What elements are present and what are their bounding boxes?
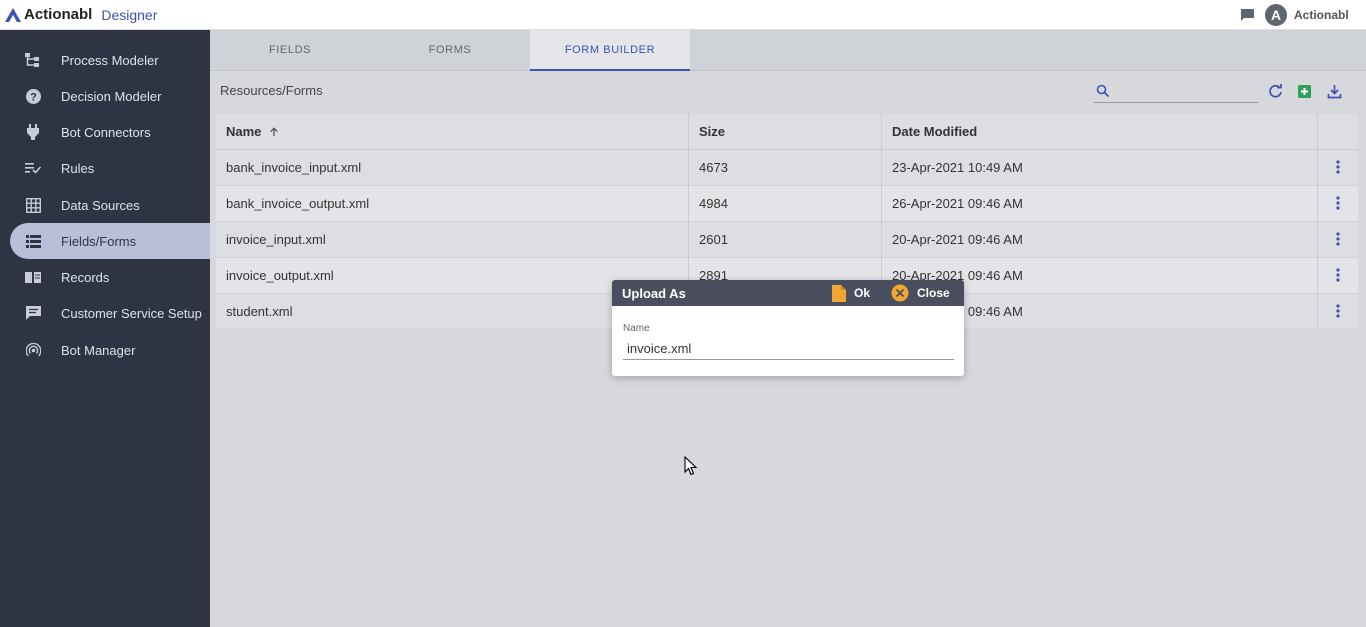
column-header-size[interactable]: Size (689, 114, 882, 150)
broadcast-icon (25, 342, 41, 358)
sidebar-item-label: Bot Manager (61, 342, 136, 358)
column-header-date[interactable]: Date Modified (882, 114, 1318, 150)
plug-icon (25, 124, 41, 140)
upload-as-dialog: Upload As Ok Close Name (612, 280, 964, 376)
name-field-label: Name (623, 323, 650, 334)
ok-label: Ok (854, 286, 871, 300)
refresh-icon[interactable] (1268, 84, 1283, 99)
sidebar-item-label: Fields/Forms (61, 233, 137, 249)
table-row[interactable]: bank_invoice_output.xml 4984 26-Apr-2021… (216, 186, 1358, 222)
sidebar-item-label: Records (61, 269, 110, 285)
sidebar-item-bot-manager[interactable]: Bot Manager (10, 332, 210, 368)
sidebar: Process Modeler ? Decision Modeler Bot C… (0, 30, 210, 627)
tab-forms[interactable]: FORMS (370, 30, 530, 71)
more-vert-icon[interactable] (1326, 304, 1350, 320)
cell-size: 4984 (689, 186, 882, 222)
book-icon (25, 269, 41, 285)
search-input[interactable] (1114, 82, 1254, 102)
sidebar-item-label: Customer Service Setup (61, 305, 202, 321)
table-row[interactable]: bank_invoice_input.xml 4673 23-Apr-2021 … (216, 150, 1358, 186)
sidebar-item-label: Decision Modeler (61, 88, 162, 104)
cell-date: 23-Apr-2021 10:49 AM (882, 150, 1318, 186)
svg-text:?: ? (30, 91, 37, 103)
file-icon (832, 284, 846, 302)
close-label: Close (917, 286, 950, 300)
sort-ascending-icon (270, 127, 278, 136)
cell-name: invoice_input.xml (216, 222, 689, 258)
ok-button[interactable]: Ok (832, 283, 870, 303)
tab-bar: FIELDS FORMS FORM BUILDER (210, 30, 1366, 71)
cell-name: bank_invoice_input.xml (216, 150, 689, 186)
brand-name: Actionabl (24, 6, 93, 23)
download-icon[interactable] (1327, 84, 1342, 99)
avatar[interactable]: A (1265, 4, 1287, 26)
sidebar-item-bot-connectors[interactable]: Bot Connectors (10, 114, 210, 150)
column-header-label: Name (226, 124, 262, 139)
sidebar-item-fields-forms[interactable]: Fields/Forms (10, 223, 210, 259)
grid-icon (25, 197, 41, 213)
name-field[interactable] (623, 338, 954, 360)
tab-form-builder[interactable]: FORM BUILDER (530, 30, 690, 71)
list-icon (25, 233, 41, 249)
sidebar-item-label: Data Sources (61, 197, 140, 213)
cell-size: 4673 (689, 150, 882, 186)
cell-size: 2601 (689, 222, 882, 258)
more-vert-icon[interactable] (1326, 232, 1350, 248)
search-box (1094, 82, 1258, 103)
cell-date: 26-Apr-2021 09:46 AM (882, 186, 1318, 222)
sidebar-item-label: Bot Connectors (61, 124, 151, 140)
process-modeler-icon (25, 52, 41, 68)
mouse-cursor-icon (684, 456, 698, 476)
search-icon (1096, 84, 1110, 98)
sidebar-item-label: Process Modeler (61, 52, 159, 68)
brand-subtitle: Designer (101, 6, 158, 23)
actionabl-logo-icon (5, 7, 21, 22)
user-name[interactable]: Actionabl (1294, 8, 1349, 22)
dialog-title: Upload As (622, 286, 686, 301)
breadcrumb: Resources/Forms (220, 83, 323, 98)
more-vert-icon[interactable] (1326, 160, 1350, 176)
top-bar: Actionabl Designer A Actionabl (0, 0, 1366, 30)
more-vert-icon[interactable] (1326, 196, 1350, 212)
sidebar-item-label: Rules (61, 160, 95, 176)
close-button[interactable]: Close (891, 283, 950, 303)
table-header: Name Size Date Modified (216, 114, 1358, 150)
sidebar-item-records[interactable]: Records (10, 259, 210, 295)
more-vert-icon[interactable] (1326, 268, 1350, 284)
sidebar-item-process-modeler[interactable]: Process Modeler (10, 42, 210, 78)
cell-date: 20-Apr-2021 09:46 AM (882, 222, 1318, 258)
message-icon[interactable] (1240, 8, 1255, 21)
add-icon[interactable] (1297, 84, 1312, 99)
brand[interactable]: Actionabl Designer (4, 6, 157, 23)
close-circle-icon (891, 284, 909, 302)
sidebar-item-rules[interactable]: Rules (10, 150, 210, 186)
sidebar-item-data-sources[interactable]: Data Sources (10, 187, 210, 223)
help-circle-icon: ? (25, 88, 41, 104)
playlist-check-icon (25, 160, 41, 176)
table-row[interactable]: invoice_input.xml 2601 20-Apr-2021 09:46… (216, 222, 1358, 258)
sidebar-item-customer-service-setup[interactable]: Customer Service Setup (10, 295, 210, 331)
tab-fields[interactable]: FIELDS (210, 30, 370, 71)
cell-name: bank_invoice_output.xml (216, 186, 689, 222)
dialog-header: Upload As Ok Close (612, 280, 964, 306)
sidebar-item-decision-modeler[interactable]: ? Decision Modeler (10, 78, 210, 114)
chat-icon (25, 305, 41, 321)
column-header-name[interactable]: Name (216, 114, 689, 150)
